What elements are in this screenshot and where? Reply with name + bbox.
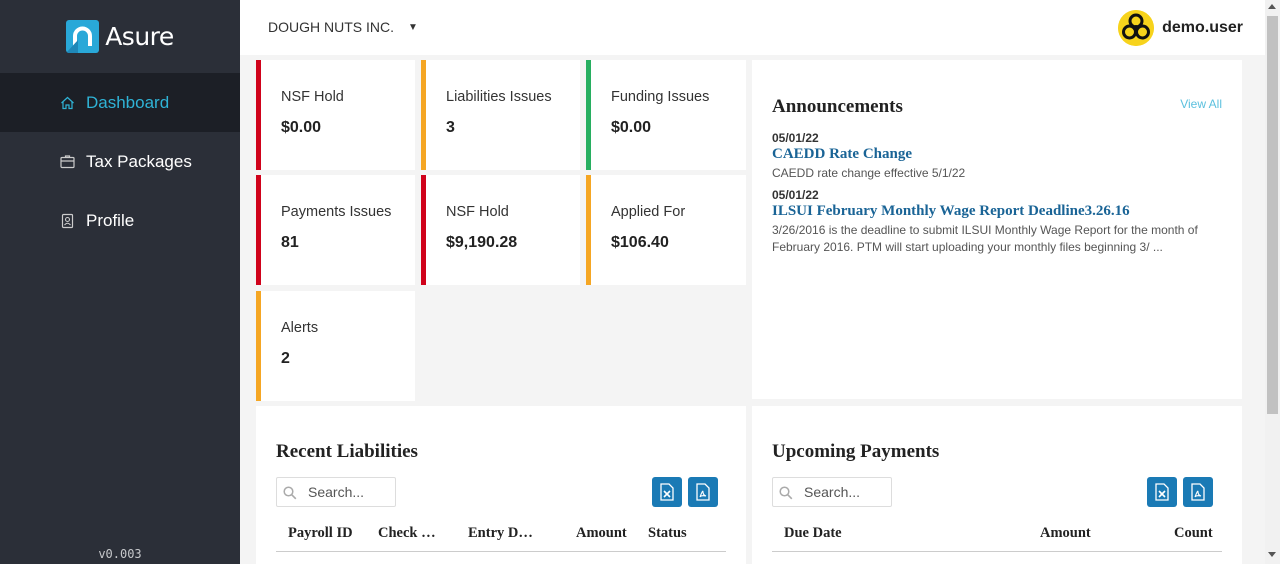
sidebar-item-label: Profile [86, 210, 135, 230]
column-header-check-date[interactable]: Check Date [378, 525, 446, 542]
scroll-thumb[interactable] [1267, 16, 1278, 414]
export-excel-button[interactable] [652, 477, 682, 507]
top-header: DOUGH NUTS INC. ▼ demo.user [240, 0, 1265, 55]
announcement-item: 05/01/22 CAEDD Rate Change CAEDD rate ch… [772, 131, 1232, 182]
brand-name: Asure [105, 22, 174, 51]
liabilities-search [276, 477, 396, 507]
card-value: 3 [446, 119, 455, 136]
card-value: $0.00 [281, 119, 322, 136]
card-value: 2 [281, 350, 290, 367]
username: demo.user [1162, 19, 1243, 36]
search-icon [283, 486, 297, 500]
announcement-body: 3/26/2016 is the deadline to submit ILSU… [772, 223, 1198, 254]
sidebar-item-label: Tax Packages [86, 151, 192, 171]
column-header-status[interactable]: Status [648, 525, 708, 542]
upcoming-payments-panel: Upcoming Payments Due Date Amount Count [752, 406, 1242, 564]
stat-card-applied-for[interactable]: Applied For $106.40 [586, 175, 746, 285]
logo[interactable]: Asure [0, 0, 240, 73]
payments-search-input[interactable] [804, 483, 888, 501]
column-header-entry-date[interactable]: Entry Date [468, 525, 533, 542]
card-label: Alerts [281, 320, 319, 336]
column-header-due-date[interactable]: Due Date [784, 525, 884, 542]
column-header-count[interactable]: Count [1174, 525, 1224, 542]
view-all-link[interactable]: View All [1180, 97, 1222, 111]
column-header-amount[interactable]: Amount [1040, 525, 1110, 542]
card-label: NSF Hold [281, 89, 344, 105]
stat-card-nsf-hold-2[interactable]: NSF Hold $9,190.28 [421, 175, 580, 285]
sidebar-item-label: Dashboard [86, 92, 170, 112]
stat-card-payments-issues[interactable]: Payments Issues 81 [256, 175, 415, 285]
caret-down-icon: ▼ [408, 21, 418, 33]
export-excel-button[interactable] [1147, 477, 1177, 507]
card-label: Liabilities Issues [446, 89, 552, 105]
liabilities-search-input[interactable] [308, 483, 392, 501]
export-pdf-button[interactable] [1183, 477, 1213, 507]
column-header-amount[interactable]: Amount [576, 525, 636, 542]
badge-icon [61, 213, 74, 228]
sidebar-item-profile[interactable]: Profile [0, 191, 240, 250]
announcement-date: 05/01/22 [772, 188, 819, 202]
announcement-item: 05/01/22 ILSUI February Monthly Wage Rep… [772, 188, 1232, 256]
excel-file-icon [1155, 483, 1169, 501]
card-value: $0.00 [611, 119, 652, 136]
user-menu[interactable]: demo.user [1118, 10, 1243, 46]
stat-card-funding-issues[interactable]: Funding Issues $0.00 [586, 60, 746, 170]
card-value: $9,190.28 [446, 234, 518, 251]
announcements-title: Announcements [772, 96, 903, 117]
pdf-file-icon [1191, 483, 1205, 501]
card-label: Funding Issues [611, 89, 710, 105]
package-icon [60, 154, 75, 168]
card-label: Payments Issues [281, 204, 392, 220]
stat-card-nsf-hold[interactable]: NSF Hold $0.00 [256, 60, 415, 170]
stat-card-liabilities-issues[interactable]: Liabilities Issues 3 [421, 60, 580, 170]
table-header-divider [772, 551, 1222, 552]
scroll-down-arrow-icon[interactable] [1268, 552, 1276, 557]
announcement-date: 05/01/22 [772, 131, 819, 145]
version-label: v0.003 [98, 547, 142, 561]
pdf-file-icon [696, 483, 710, 501]
sidebar: Asure Dashboard Tax Packages Profile v0.… [0, 0, 240, 564]
upcoming-payments-title: Upcoming Payments [772, 441, 940, 462]
home-icon [61, 96, 74, 109]
search-icon [779, 486, 793, 500]
announcement-title-link[interactable]: CAEDD Rate Change [772, 146, 1232, 163]
announcement-title-link[interactable]: ILSUI February Monthly Wage Report Deadl… [772, 203, 1232, 220]
card-value: $106.40 [611, 234, 669, 251]
biohazard-avatar-icon [1118, 10, 1155, 46]
recent-liabilities-title: Recent Liabilities [276, 441, 418, 462]
card-label: Applied For [611, 204, 686, 220]
table-header-divider [276, 551, 726, 552]
sidebar-item-tax-packages[interactable]: Tax Packages [0, 132, 240, 191]
company-name: DOUGH NUTS INC. [268, 19, 394, 35]
company-selector[interactable]: DOUGH NUTS INC. ▼ [268, 19, 418, 35]
asure-logo-icon [66, 20, 100, 53]
excel-file-icon [660, 483, 674, 501]
export-pdf-button[interactable] [688, 477, 718, 507]
card-label: NSF Hold [446, 204, 509, 220]
recent-liabilities-panel: Recent Liabilities Payroll ID Check Date… [256, 406, 746, 564]
announcements-panel: Announcements View All 05/01/22 CAEDD Ra… [752, 60, 1242, 399]
stat-card-alerts[interactable]: Alerts 2 [256, 291, 415, 401]
scroll-up-arrow-icon[interactable] [1268, 4, 1276, 9]
card-value: 81 [281, 234, 299, 251]
page-scrollbar[interactable] [1265, 0, 1280, 564]
announcement-body: CAEDD rate change effective 5/1/22 [772, 166, 966, 180]
payments-search [772, 477, 892, 507]
column-header-payroll-id[interactable]: Payroll ID [288, 525, 368, 542]
sidebar-item-dashboard[interactable]: Dashboard [0, 73, 240, 132]
